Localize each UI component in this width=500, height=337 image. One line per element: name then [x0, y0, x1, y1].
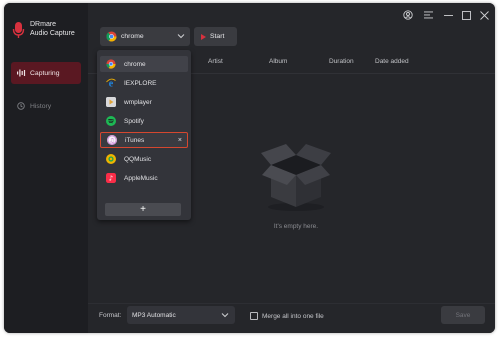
app-title: DRmare Audio Capture — [30, 21, 75, 37]
waveform-icon — [16, 68, 26, 78]
account-icon[interactable] — [402, 9, 414, 21]
column-duration[interactable]: Duration — [329, 58, 354, 65]
start-button-label: Start — [210, 33, 225, 40]
merge-label: Merge all into one file — [262, 312, 324, 320]
chevron-down-icon — [221, 313, 229, 318]
merge-checkbox[interactable] — [250, 312, 258, 320]
sidebar-item-history[interactable]: History — [11, 95, 81, 117]
column-date-added[interactable]: Date added — [375, 58, 409, 65]
dropdown-item-spotify[interactable]: Spotify — [100, 113, 188, 129]
format-value: MP3 Automatic — [132, 311, 176, 319]
ie-icon: e — [106, 78, 116, 88]
spotify-icon — [106, 116, 116, 126]
qqmusic-icon — [106, 154, 116, 164]
chrome-icon — [106, 31, 117, 42]
empty-box-icon — [261, 144, 331, 211]
play-icon — [201, 33, 206, 40]
dropdown-item-qqmusic[interactable]: QQMusic — [100, 151, 188, 167]
source-select[interactable]: chrome — [100, 27, 190, 46]
minimize-icon[interactable] — [442, 9, 454, 21]
source-value: chrome — [121, 33, 144, 40]
dropdown-item-label: iTunes — [125, 136, 145, 144]
close-icon[interactable] — [478, 9, 490, 21]
sidebar: DRmare Audio Capture Capturing History — [4, 3, 88, 333]
wmplayer-icon — [106, 97, 116, 107]
svg-text:♫: ♫ — [109, 137, 114, 144]
logo-icon — [12, 22, 25, 38]
dropdown-item-iexplore[interactable]: e IEXPLORE — [100, 75, 188, 91]
dropdown-item-label: chrome — [124, 60, 146, 68]
column-album[interactable]: Album — [269, 58, 287, 65]
dropdown-item-label: QQMusic — [124, 155, 152, 163]
format-select[interactable]: MP3 Automatic — [127, 306, 235, 324]
dropdown-item-wmplayer[interactable]: wmplayer — [100, 94, 188, 110]
applemusic-icon: ♪ — [106, 173, 116, 183]
app-window: DRmare Audio Capture Capturing History c… — [4, 3, 495, 333]
start-button[interactable]: Start — [194, 27, 237, 46]
merge-option[interactable]: Merge all into one file — [250, 312, 324, 320]
add-source-button[interactable]: + — [105, 203, 181, 216]
save-button[interactable]: Save — [441, 306, 485, 324]
chevron-down-icon — [177, 34, 185, 39]
column-artist[interactable]: Artist — [208, 58, 223, 65]
empty-state-text: It's empty here. — [273, 223, 319, 230]
dropdown-item-label: Spotify — [124, 117, 144, 125]
itunes-icon: ♫ — [107, 135, 117, 145]
maximize-icon[interactable] — [460, 9, 472, 21]
svg-text:♪: ♪ — [109, 175, 113, 183]
remove-icon[interactable]: × — [178, 137, 182, 144]
chrome-icon — [106, 59, 116, 69]
dropdown-item-itunes[interactable]: ♫ iTunes × — [100, 132, 188, 148]
bottom-divider — [88, 303, 495, 304]
format-label: Format: — [99, 312, 122, 319]
dropdown-item-chrome[interactable]: chrome — [100, 56, 188, 72]
source-dropdown: chrome e IEXPLORE wmplayer Spotify ♫ iTu… — [97, 50, 191, 220]
sidebar-item-capturing[interactable]: Capturing — [11, 62, 81, 84]
sidebar-item-label: History — [30, 102, 52, 110]
menu-icon[interactable] — [422, 9, 434, 21]
dropdown-item-label: AppleMusic — [124, 174, 158, 182]
main-panel: chrome Start Artist Album Duration Date … — [88, 3, 495, 333]
dropdown-item-label: IEXPLORE — [124, 79, 157, 87]
clock-icon — [16, 101, 26, 111]
dropdown-item-label: wmplayer — [124, 98, 152, 106]
dropdown-item-applemusic[interactable]: ♪ AppleMusic — [100, 170, 188, 186]
sidebar-item-label: Capturing — [30, 69, 60, 77]
